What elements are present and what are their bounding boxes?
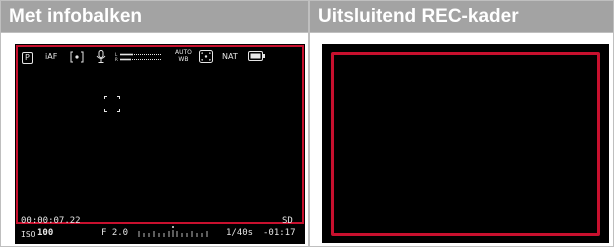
exposure-mode-icon: P xyxy=(22,52,33,64)
remaining-time: -01:17 xyxy=(263,228,296,238)
cell-rec-frame-only xyxy=(310,33,613,246)
recording-timecode: 00:00:07.22 xyxy=(21,216,81,226)
wb-auto-label: AUTO xyxy=(175,49,192,56)
column-header-right: Uitsluitend REC-kader xyxy=(310,1,613,32)
audio-level-meter: L R xyxy=(115,52,161,61)
iso-label: ISO xyxy=(21,230,36,239)
focus-field-icon xyxy=(199,50,213,63)
film-style-label: NAT xyxy=(222,52,238,61)
af-mode-label: iAF xyxy=(45,52,58,61)
svg-text:R: R xyxy=(115,57,118,61)
metering-icon xyxy=(70,51,84,63)
rec-frame xyxy=(16,45,304,224)
camera-screen-rec-only xyxy=(322,44,609,243)
aperture-value: F 2.0 xyxy=(101,228,129,238)
white-balance-indicator: AUTO WB xyxy=(175,49,192,63)
wb-label: WB xyxy=(178,56,189,63)
memory-card-label: SD xyxy=(282,216,293,226)
focus-frame-icon xyxy=(104,96,120,112)
camera-screen-with-infobars: P iAF L R AUTO WB NAT 00:00:07.22 ISO 10… xyxy=(15,44,305,244)
cell-with-info-bars: P iAF L R AUTO WB NAT 00:00:07.22 ISO 10… xyxy=(1,33,308,246)
column-header-left: Met infobalken xyxy=(1,1,308,32)
exposure-scale xyxy=(138,226,208,237)
microphone-icon xyxy=(96,50,106,63)
iso-value: 100 xyxy=(37,228,54,238)
comparison-table: Met infobalken Uitsluitend REC-kader P i… xyxy=(0,0,614,247)
battery-icon xyxy=(248,51,265,61)
rec-frame xyxy=(331,52,600,236)
shutter-speed: 1/40s xyxy=(226,228,254,238)
